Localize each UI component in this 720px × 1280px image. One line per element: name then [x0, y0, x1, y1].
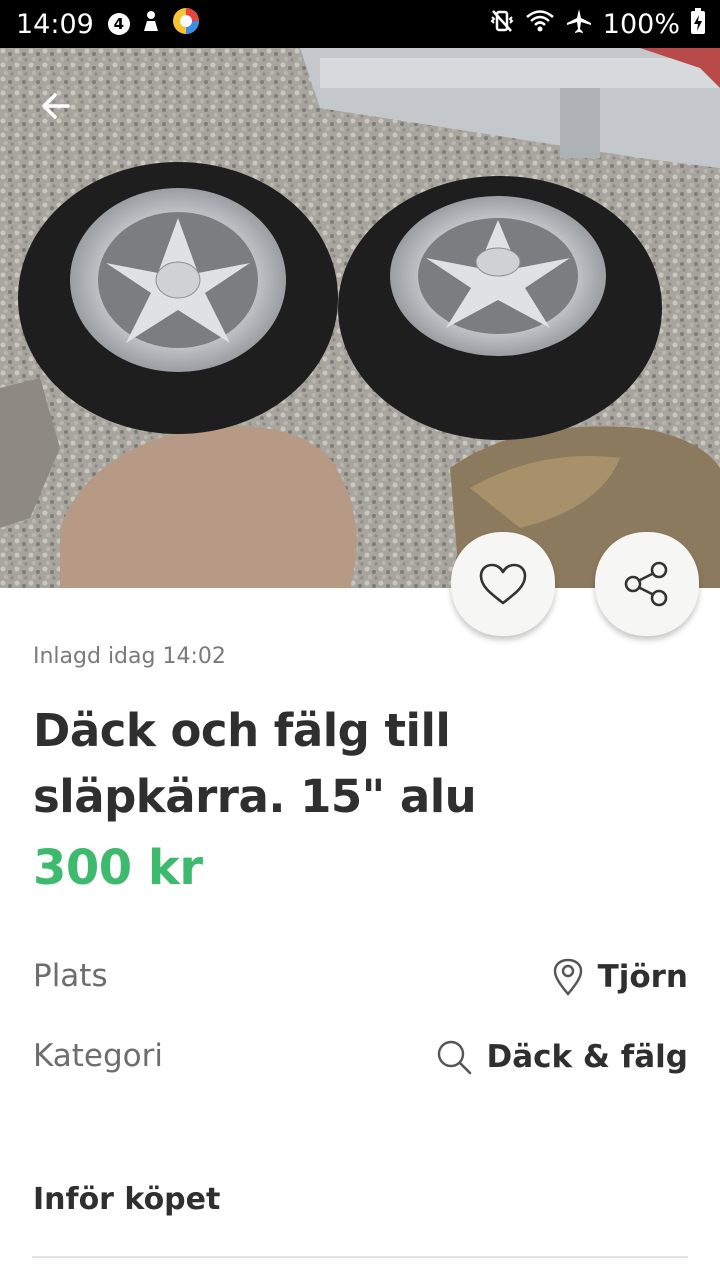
share-button[interactable] [595, 532, 699, 636]
airplane-icon [565, 7, 593, 42]
number-badge-icon: 4 [107, 13, 130, 35]
search-icon [437, 1040, 471, 1075]
arrow-left-icon [42, 93, 70, 119]
location-text: Tjörn [597, 959, 688, 995]
vibrate-icon [489, 8, 515, 41]
location-label: Plats [33, 958, 108, 994]
battery-charging-icon [690, 7, 706, 42]
battery-percent: 100% [602, 8, 680, 40]
listing-photo[interactable] [0, 48, 720, 588]
before-purchase-heading: Inför köpet [33, 1182, 221, 1217]
category-label: Kategori [33, 1038, 164, 1074]
favorite-button[interactable] [451, 532, 555, 636]
heart-icon [479, 563, 527, 605]
app-colorful-icon [172, 7, 200, 42]
status-time: 14:09 [16, 8, 94, 40]
wifi-icon [525, 9, 555, 40]
category-text: Däck & fälg [486, 1039, 689, 1075]
notification-icons: 4 [107, 7, 200, 42]
map-pin-icon [553, 958, 582, 996]
back-button[interactable] [32, 82, 80, 130]
status-bar: 14:09 4 100% [0, 0, 720, 48]
listing-price: 300 kr [33, 840, 203, 896]
posted-time: Inlagd idag 14:02 [33, 644, 226, 669]
system-icons: 100% [489, 7, 706, 42]
divider [32, 1256, 688, 1258]
category-value[interactable]: Däck & fälg [435, 1038, 689, 1076]
notification-figure-icon [140, 9, 162, 40]
location-value[interactable]: Tjörn [552, 958, 688, 996]
share-icon [624, 561, 668, 607]
listing-title: Däck och fälg till släpkärra. 15" alu [33, 704, 477, 823]
